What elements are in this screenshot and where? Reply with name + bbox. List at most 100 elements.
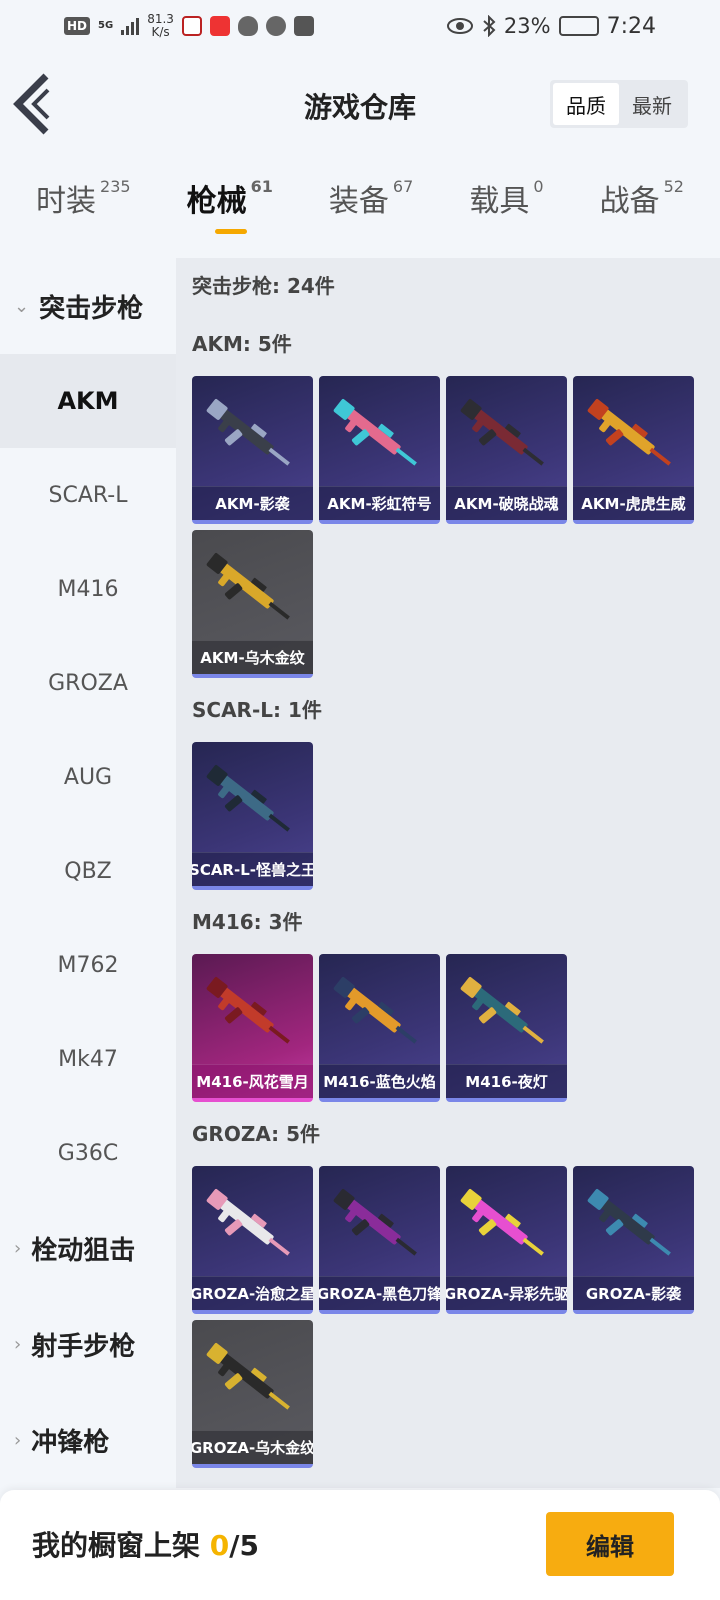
status-right: 23% 7:24 — [446, 14, 656, 39]
weapon-skin-card[interactable]: M416-蓝色火焰 — [319, 954, 440, 1102]
weapon-sections: AKM: 5件 AKM-影袭 AKM-彩虹符号 AKM-破晓战魂 AKM-虎虎生威 AKM… — [192, 312, 720, 1468]
chevron-right-icon: › — [14, 1333, 22, 1355]
section-header: GROZA: 5件 — [192, 1122, 321, 1146]
rifle-icon — [460, 399, 544, 466]
section-header: AKM: 5件 — [192, 332, 292, 356]
section-header: M416: 3件 — [192, 910, 303, 934]
bluetooth-icon — [483, 15, 496, 37]
weapon-skin-name: AKM-乌木金纹 — [192, 640, 313, 674]
weapon-grid: SCAR-L-怪兽之王 — [192, 742, 720, 890]
weapon-skin-name: GROZA-治愈之星 — [192, 1276, 313, 1310]
weapon-skin-card[interactable]: GROZA-影袭 — [573, 1166, 694, 1314]
sidebar-item-aug[interactable]: AUG — [0, 730, 176, 824]
sidebar-item-m762[interactable]: M762 — [0, 918, 176, 1012]
tab-fashion[interactable]: 时装 235 — [36, 176, 131, 246]
tab-label: 时装 — [36, 184, 97, 219]
qq-icon — [237, 16, 258, 36]
weapon-skin-card[interactable]: GROZA-治愈之星 — [192, 1166, 313, 1314]
rifle-icon — [206, 765, 290, 832]
sidebar-group-marksman-rifle[interactable]: › 射手步枪 — [0, 1296, 176, 1392]
sidebar-item-groza[interactable]: GROZA — [0, 636, 176, 730]
sidebar-group-label: 冲锋枪 — [31, 1427, 110, 1458]
rifle-icon — [460, 1189, 544, 1256]
rifle-icon — [206, 399, 290, 466]
weapon-skin-card[interactable]: SCAR-L-怪兽之王 — [192, 742, 313, 890]
chevron-right-icon: › — [14, 1429, 22, 1451]
chevron-down-icon: ⌄ — [14, 295, 30, 317]
weapon-skin-card[interactable]: AKM-影袭 — [192, 376, 313, 524]
category-summary: 突击步枪: 24件 — [192, 274, 335, 298]
weapon-skin-name: M416-夜灯 — [446, 1064, 567, 1098]
message-icon — [293, 16, 314, 36]
game-app-icon — [181, 16, 202, 36]
weapon-skin-name: SCAR-L-怪兽之王 — [192, 852, 313, 886]
edit-button[interactable]: 编辑 — [546, 1512, 674, 1576]
header: 游戏仓库 品质 最新 — [0, 62, 720, 146]
rifle-icon — [333, 977, 417, 1044]
weapon-skin-card[interactable]: M416-风花雪月 — [192, 954, 313, 1102]
weapon-skin-card[interactable]: AKM-破晓战魂 — [446, 376, 567, 524]
weapon-skin-name: GROZA-黑色刀锋 — [319, 1276, 440, 1310]
weapon-skin-card[interactable]: AKM-乌木金纹 — [192, 530, 313, 678]
sidebar-item-g36c[interactable]: G36C — [0, 1106, 176, 1200]
weapon-skin-name: M416-风花雪月 — [192, 1064, 313, 1098]
eye-icon — [446, 18, 473, 34]
clock: 7:24 — [606, 13, 656, 39]
weapon-skin-name: AKM-破晓战魂 — [446, 486, 567, 520]
hd-badge: HD — [64, 17, 91, 35]
weapon-skin-card[interactable]: GROZA-黑色刀锋 — [319, 1166, 440, 1314]
sidebar-group-label: 栓动狙击 — [31, 1235, 136, 1266]
weapon-skin-name: AKM-影袭 — [192, 486, 313, 520]
tab-vehicles[interactable]: 载具 0 — [469, 176, 543, 246]
rifle-icon — [333, 399, 417, 466]
sidebar-group-smg[interactable]: › 冲锋枪 — [0, 1392, 176, 1488]
network-speed-unit: K/s — [151, 25, 170, 39]
rifle-icon — [460, 977, 544, 1044]
status-bar: HD 5G 81.3 K/s 23% 7:24 — [0, 0, 720, 52]
rifle-icon — [587, 1189, 671, 1256]
weapon-grid: AKM-影袭 AKM-彩虹符号 AKM-破晓战魂 AKM-虎虎生威 AKM-乌木金纹 — [192, 376, 720, 678]
sidebar-group-bolt-sniper[interactable]: › 栓动狙击 — [0, 1200, 176, 1296]
showcase-total: /5 — [229, 1529, 259, 1562]
weapon-skin-card[interactable]: AKM-彩虹符号 — [319, 376, 440, 524]
tab-label: 战备 — [599, 184, 660, 219]
weapon-skin-name: AKM-虎虎生威 — [573, 486, 694, 520]
sidebar-item-qbz[interactable]: QBZ — [0, 824, 176, 918]
network-type: 5G — [98, 20, 114, 31]
tab-count: 61 — [250, 177, 273, 196]
weapon-grid: M416-风花雪月 M416-蓝色火焰 M416-夜灯 — [192, 954, 720, 1102]
tab-count: 0 — [533, 177, 544, 196]
sidebar-group-label: 突击步枪 — [39, 293, 144, 324]
rifle-icon — [587, 399, 671, 466]
tab-label: 枪械 — [186, 184, 247, 219]
weapon-skin-card[interactable]: GROZA-异彩先驱 — [446, 1166, 567, 1314]
rifle-icon — [206, 553, 290, 620]
weapon-skin-card[interactable]: M416-夜灯 — [446, 954, 567, 1102]
sidebar-item-scar-l[interactable]: SCAR-L — [0, 448, 176, 542]
chevron-right-icon: › — [14, 1237, 22, 1259]
weapon-grid: GROZA-治愈之星 GROZA-黑色刀锋 GROZA-异彩先驱 GROZA-影袭 GR… — [192, 1166, 720, 1468]
weapon-skin-name: AKM-彩虹符号 — [319, 486, 440, 520]
sidebar-item-m416[interactable]: M416 — [0, 542, 176, 636]
tab-equipment[interactable]: 装备 67 — [329, 176, 413, 246]
sort-toggle: 品质 最新 — [550, 80, 688, 128]
showcase-status: 我的橱窗上架 0/5 — [32, 1524, 259, 1564]
sort-newest-button[interactable]: 最新 — [619, 83, 685, 125]
weapon-skin-name: GROZA-乌木金纹 — [192, 1430, 313, 1464]
tab-count: 67 — [392, 177, 414, 196]
signal-icon — [121, 17, 140, 35]
shop-app-icon — [209, 16, 230, 36]
tab-firearms[interactable]: 枪械 61 — [187, 176, 273, 246]
battery-icon — [558, 16, 599, 36]
weapon-skin-card[interactable]: GROZA-乌木金纹 — [192, 1320, 313, 1468]
category-tabs: 时装 235 枪械 61 装备 67 载具 0 战备 52 — [0, 176, 720, 246]
sidebar-item-mk47[interactable]: Mk47 — [0, 1012, 176, 1106]
wechat-icon — [265, 16, 286, 36]
showcase-footer: 我的橱窗上架 0/5 编辑 — [0, 1490, 720, 1600]
tab-supplies[interactable]: 战备 52 — [600, 176, 684, 246]
network-speed-value: 81.3 — [147, 12, 174, 26]
sidebar-group-assault-rifle[interactable]: ⌄ 突击步枪 — [0, 258, 176, 354]
sidebar-item-akm[interactable]: AKM — [0, 354, 176, 448]
weapon-skin-card[interactable]: AKM-虎虎生威 — [573, 376, 694, 524]
sort-quality-button[interactable]: 品质 — [553, 83, 619, 125]
